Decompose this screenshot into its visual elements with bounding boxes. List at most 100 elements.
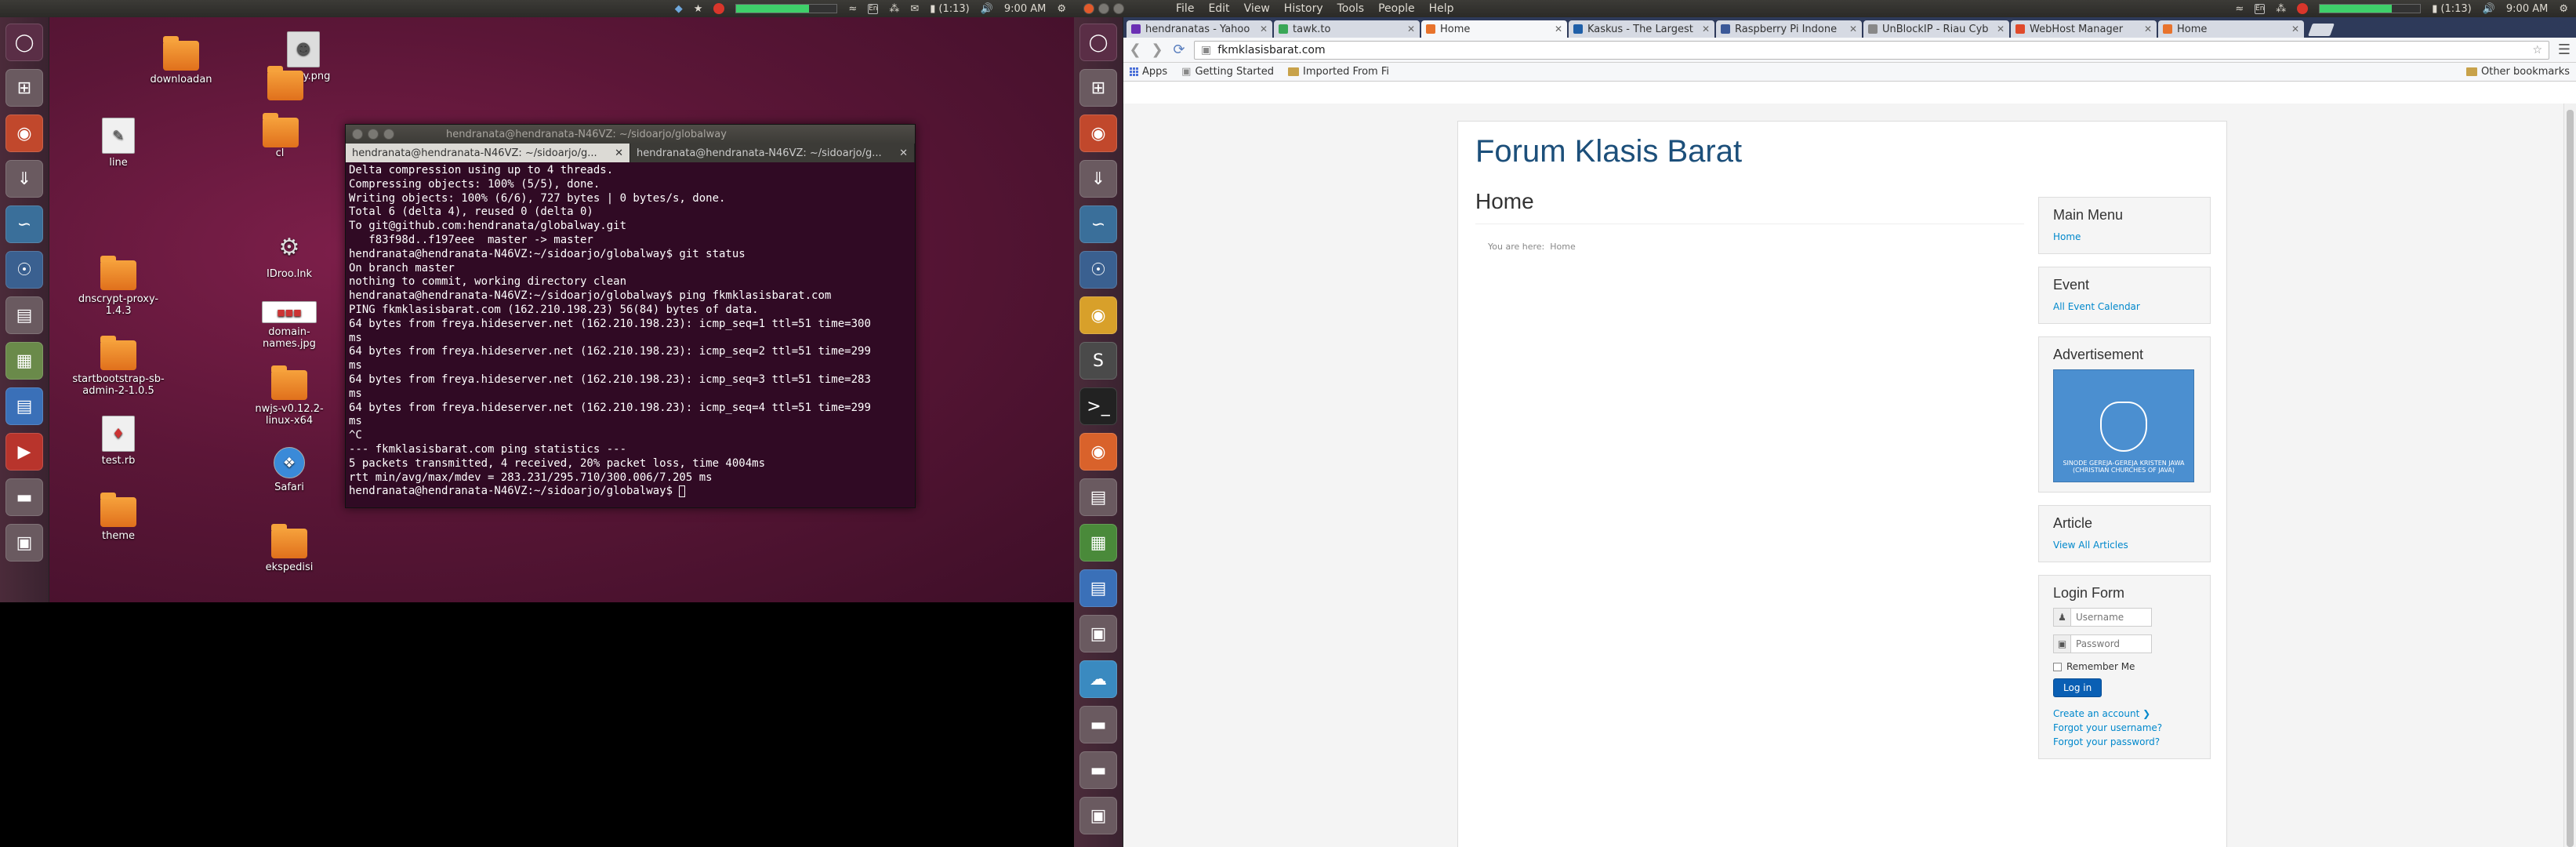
- create-account-link[interactable]: Create an account ❯: [2053, 707, 2196, 721]
- wifi-icon[interactable]: ≈: [2235, 3, 2244, 15]
- dash-home-icon[interactable]: ◯: [5, 24, 43, 61]
- clock[interactable]: 9:00 AM: [2506, 3, 2548, 15]
- volume-icon[interactable]: 🔊: [981, 3, 993, 15]
- browser-tab[interactable]: Home ✕: [1421, 20, 1567, 38]
- minimize-window-button[interactable]: [1098, 3, 1109, 14]
- reload-icon[interactable]: ⟳: [1172, 42, 1186, 58]
- other-bookmarks[interactable]: Other bookmarks: [2465, 66, 2570, 78]
- trash-icon[interactable]: ▣: [1079, 797, 1117, 834]
- password-input[interactable]: [2070, 634, 2152, 653]
- dropbox-icon[interactable]: ◆: [675, 3, 683, 15]
- desktop-icon[interactable]: ♦ test.rb: [71, 416, 165, 467]
- terminal-icon[interactable]: >_: [1079, 387, 1117, 425]
- close-tab-icon[interactable]: ✕: [1849, 24, 1857, 35]
- close-tab-icon[interactable]: ✕: [1260, 24, 1268, 35]
- firefox-icon[interactable]: ◉: [1079, 433, 1117, 471]
- browser-tab[interactable]: UnBlockIP - Riau Cyb ✕: [1863, 20, 2009, 38]
- document-icon[interactable]: ▤: [5, 387, 43, 425]
- database-icon[interactable]: ☉: [1079, 251, 1117, 289]
- close-tab-icon[interactable]: ✕: [899, 147, 908, 159]
- menu-view[interactable]: View: [1244, 2, 1270, 15]
- document-icon[interactable]: ▤: [1079, 569, 1117, 607]
- desktop-icon[interactable]: [267, 66, 303, 104]
- terminal-window[interactable]: hendranata@hendranata-N46VZ: ~/sidoarjo/…: [345, 124, 916, 508]
- web-browser-icon[interactable]: ◉: [1079, 115, 1117, 152]
- close-tab-icon[interactable]: ✕: [1555, 24, 1562, 35]
- wifi-icon[interactable]: ≈: [848, 3, 857, 15]
- keyboard-lang-icon[interactable]: En: [868, 3, 879, 14]
- desktop-icon[interactable]: startbootstrap-sb-admin-2-1.0.5: [71, 336, 165, 397]
- menu-help[interactable]: Help: [1429, 2, 1454, 15]
- media-icon[interactable]: ▶: [5, 433, 43, 471]
- desktop-icon[interactable]: ekspedisi: [242, 524, 336, 573]
- view-articles-link[interactable]: View All Articles: [2053, 538, 2196, 552]
- terminal-titlebar[interactable]: hendranata@hendranata-N46VZ: ~/sidoarjo/…: [346, 125, 915, 144]
- desktop-icon[interactable]: ❖ Safari: [242, 447, 336, 493]
- scrollbar-thumb[interactable]: [2567, 110, 2574, 847]
- desktop-icon[interactable]: theme: [71, 493, 165, 542]
- vertical-scrollbar[interactable]: [2563, 104, 2576, 847]
- browser-tab[interactable]: Kaskus - The Largest ✕: [1569, 20, 1714, 38]
- settings-gear-icon[interactable]: ⚙: [1057, 3, 1066, 15]
- maximize-window-button[interactable]: [383, 129, 394, 140]
- bookmark-apps[interactable]: Apps: [1130, 66, 1167, 78]
- web-browser-icon[interactable]: ◉: [5, 115, 43, 152]
- cloud-icon[interactable]: ☁: [1079, 660, 1117, 698]
- settings-gear-icon[interactable]: ⚙: [2559, 3, 2568, 15]
- desktop-icon[interactable]: nwjs-v0.12.2-linux-x64: [242, 365, 336, 427]
- chrome-icon[interactable]: ◉: [1079, 296, 1117, 334]
- bookmark-item[interactable]: ▣ Getting Started: [1181, 66, 1274, 78]
- volume-icon[interactable]: 🔊: [2483, 3, 2495, 15]
- close-window-button[interactable]: [1083, 3, 1094, 14]
- image-viewer-icon[interactable]: ▣: [1079, 615, 1117, 653]
- battery-indicator[interactable]: ▮ (1:13): [2432, 3, 2472, 15]
- bluetooth-icon[interactable]: ⁂: [889, 3, 899, 15]
- database-icon[interactable]: ☉: [5, 251, 43, 289]
- menu-link-home[interactable]: Home: [2053, 230, 2196, 244]
- dash-home-icon[interactable]: ◯: [1079, 24, 1117, 61]
- installer-icon[interactable]: ⇓: [5, 160, 43, 198]
- menu-icon[interactable]: ☰: [2557, 42, 2571, 58]
- browser-tab[interactable]: tawk.to ✕: [1274, 20, 1420, 38]
- storage-icon[interactable]: ▬: [1079, 706, 1117, 743]
- spreadsheet-icon[interactable]: ▦: [1079, 524, 1117, 562]
- mail-icon[interactable]: ✉: [910, 3, 919, 15]
- sublime-text-icon[interactable]: S: [1079, 342, 1117, 380]
- close-tab-icon[interactable]: ✕: [1702, 24, 1710, 35]
- bookmark-star-icon[interactable]: ☆: [2532, 44, 2542, 56]
- browser-tab[interactable]: hendranatas - Yahoo ✕: [1127, 20, 1272, 38]
- terminal-output[interactable]: Delta compression using up to 4 threads.…: [346, 162, 915, 507]
- menu-tools[interactable]: Tools: [1337, 2, 1365, 15]
- site-title[interactable]: Forum Klasis Barat: [1475, 134, 1742, 169]
- keyboard-lang-icon[interactable]: En: [2255, 3, 2266, 14]
- close-tab-icon[interactable]: ✕: [1407, 24, 1415, 35]
- clock[interactable]: 9:00 AM: [1004, 3, 1046, 15]
- block-icon[interactable]: [2297, 3, 2309, 14]
- close-tab-icon[interactable]: ✕: [615, 147, 623, 159]
- installer-icon[interactable]: ⇓: [1079, 160, 1117, 198]
- storage-icon[interactable]: ▬: [5, 478, 43, 516]
- desktop-icon[interactable]: dnscrypt-proxy-1.4.3: [71, 256, 165, 317]
- browser-tab[interactable]: Raspberry Pi Indone ✕: [1716, 20, 1862, 38]
- terminal-tab[interactable]: hendranata@hendranata-N46VZ: ~/sidoarjo/…: [346, 144, 630, 162]
- browser-tab[interactable]: WebHost Manager ✕: [2011, 20, 2157, 38]
- back-arrow-icon[interactable]: ❮: [1128, 42, 1142, 58]
- desktop-icon[interactable]: ⚙ IDroo.lnk: [242, 229, 336, 281]
- browser-tab[interactable]: Home ✕: [2158, 20, 2304, 38]
- calculator-icon[interactable]: ⊞: [5, 69, 43, 107]
- desktop-icon[interactable]: downloadan: [134, 36, 228, 85]
- advertisement-image[interactable]: SINODE GEREJA-GEREJA KRISTEN JAWA (CHRIS…: [2053, 369, 2194, 482]
- monitor-icon[interactable]: ∽: [1079, 205, 1117, 243]
- remember-me[interactable]: Remember Me: [2053, 661, 2196, 672]
- calculator-icon[interactable]: ⊞: [1079, 69, 1117, 107]
- spreadsheet-icon[interactable]: ▦: [5, 342, 43, 380]
- forward-arrow-icon[interactable]: ❯: [1150, 42, 1164, 58]
- menu-edit[interactable]: Edit: [1208, 2, 1229, 15]
- maximize-window-button[interactable]: [1113, 3, 1124, 14]
- monitor-icon[interactable]: ∽: [5, 205, 43, 243]
- network-status-icon[interactable]: ★: [694, 3, 703, 15]
- minimize-window-button[interactable]: [368, 129, 379, 140]
- menu-file[interactable]: File: [1176, 2, 1194, 15]
- event-calendar-link[interactable]: All Event Calendar: [2053, 300, 2196, 314]
- close-window-button[interactable]: [352, 129, 363, 140]
